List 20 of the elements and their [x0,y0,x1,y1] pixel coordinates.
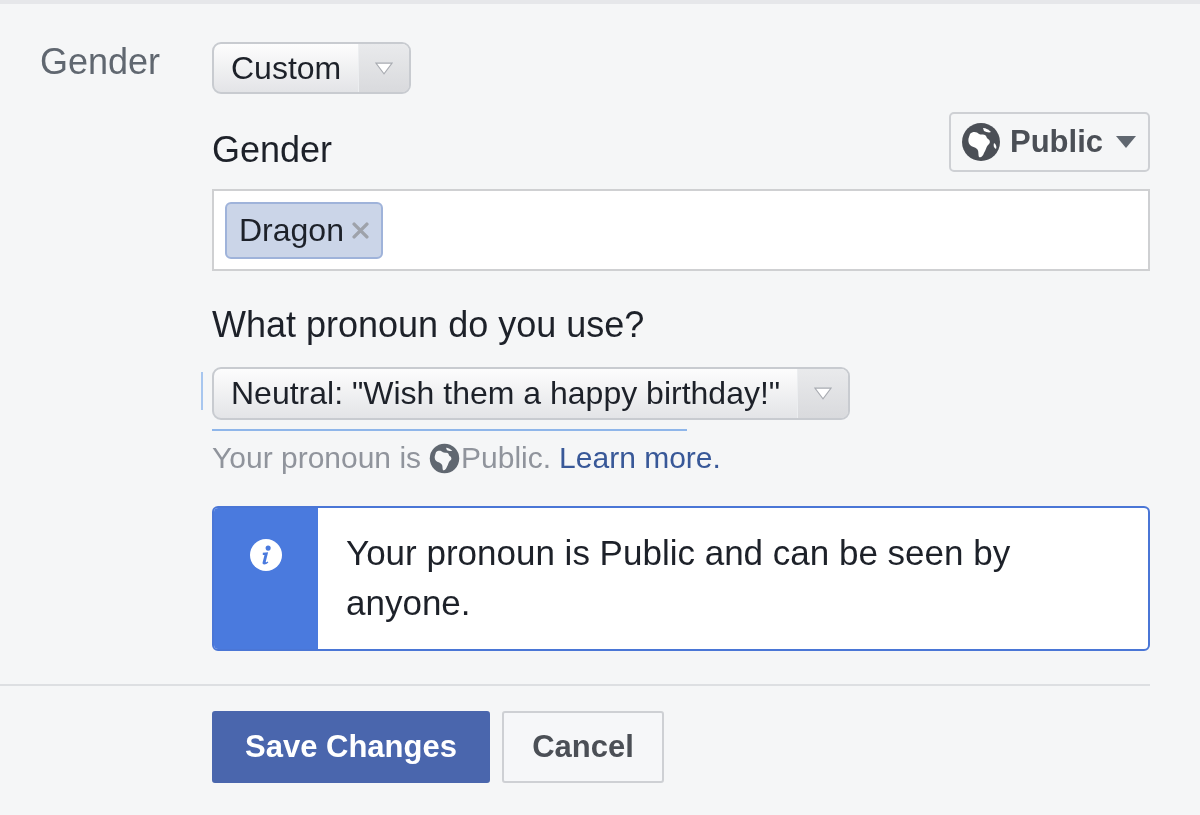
globe-icon [961,122,1001,162]
caret-icon [1116,136,1136,148]
save-button[interactable]: Save Changes [212,711,490,783]
pronoun-select[interactable]: Neutral: "Wish them a happy birthday!" [212,367,851,420]
field-label: Gender [40,42,161,82]
caret-icon [375,61,394,75]
caret-icon [814,387,833,400]
remove-icon[interactable] [351,221,369,239]
info-icon [250,539,282,571]
audience-selector[interactable]: Public [949,112,1150,172]
globe-icon [429,442,461,474]
token-label: Dragon [239,211,344,249]
pronoun-visibility-note: Your pronoun is Public. Learn more. [212,441,721,475]
custom-gender-label: Gender [212,130,333,170]
gender-input-field[interactable]: Dragon [212,189,1150,271]
learn-more-link[interactable]: Learn more. [559,441,721,475]
cancel-button[interactable]: Cancel [502,711,664,783]
gender-select[interactable]: Custom [212,42,412,94]
pronoun-question: What pronoun do you use? [212,305,645,345]
info-message: Your pronoun is Public and can be seen by anyone. [345,532,1012,624]
